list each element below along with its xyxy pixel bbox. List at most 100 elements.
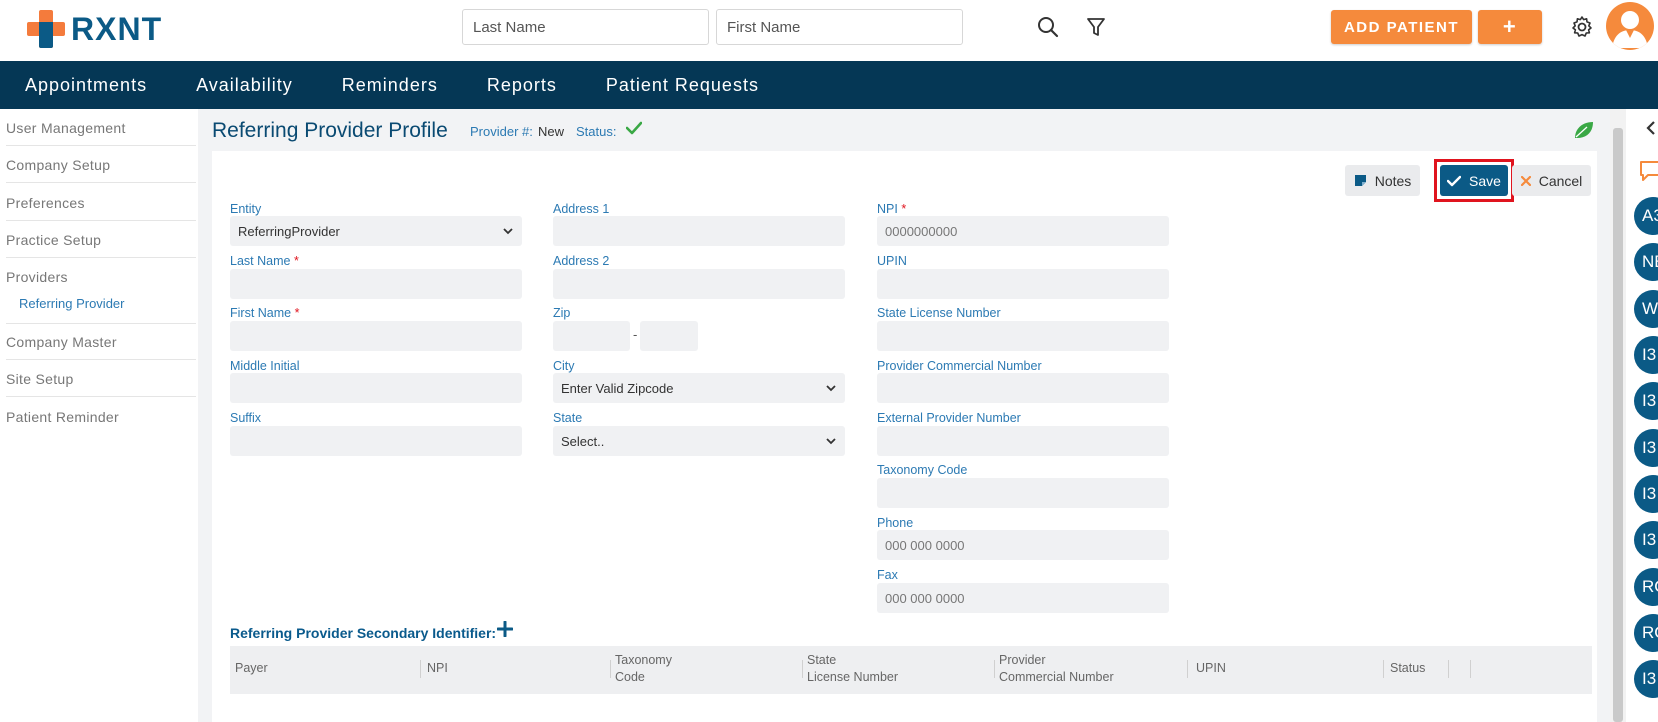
sidebar-divider	[6, 257, 196, 258]
nav-patient-requests[interactable]: Patient Requests	[606, 75, 759, 96]
filter-icon[interactable]	[1083, 14, 1109, 40]
cancel-label: Cancel	[1538, 172, 1583, 189]
first-name-field[interactable]	[230, 321, 522, 351]
user-bubble[interactable]: I3	[1634, 475, 1658, 513]
user-bubble[interactable]: I3	[1634, 429, 1658, 467]
entity-select[interactable]: ReferringProvider	[230, 216, 522, 246]
city-label: City	[553, 359, 575, 373]
add-plus-button[interactable]: +	[1478, 10, 1542, 44]
nav-reports[interactable]: Reports	[487, 75, 557, 96]
gear-icon[interactable]	[1568, 13, 1596, 41]
sidebar-item-providers[interactable]: Providers	[6, 269, 196, 285]
chat-icon[interactable]	[1638, 159, 1658, 188]
column-header-provider-commercial: Provider Commercial Number	[999, 653, 1114, 684]
fax-placeholder: 000 000 0000	[885, 590, 965, 606]
chevron-left-icon[interactable]	[1646, 121, 1656, 140]
note-icon	[1354, 175, 1366, 186]
zip-field[interactable]	[553, 321, 630, 351]
add-patient-button[interactable]: ADD PATIENT	[1331, 10, 1472, 44]
nav-reminders[interactable]: Reminders	[342, 75, 438, 96]
column-divider	[1448, 660, 1449, 678]
external-provider-label: External Provider Number	[877, 411, 1021, 425]
user-bubble[interactable]: I3	[1634, 336, 1658, 374]
fax-label: Fax	[877, 568, 898, 582]
provider-commercial-label: Provider Commercial Number	[877, 359, 1042, 373]
sidebar-item-practice-setup[interactable]: Practice Setup	[6, 232, 196, 248]
middle-initial-field[interactable]	[230, 373, 522, 403]
column-divider	[1187, 660, 1188, 678]
identifier-table-header: Payer NPI Taxonomy Code State License Nu…	[230, 646, 1592, 694]
user-avatar[interactable]	[1606, 2, 1654, 50]
save-button[interactable]: Save	[1440, 165, 1508, 196]
taxonomy-field[interactable]	[877, 478, 1169, 508]
main-scrollbar-thumb[interactable]	[1613, 128, 1623, 722]
user-bubble[interactable]: W	[1634, 290, 1658, 328]
zip-label: Zip	[553, 306, 571, 320]
user-bubble[interactable]: I3	[1634, 382, 1658, 420]
column-header-taxonomy-code: Taxonomy Code	[615, 653, 672, 684]
sidebar-item-company-setup[interactable]: Company Setup	[6, 157, 196, 173]
phone-field[interactable]: 000 000 0000	[877, 530, 1169, 560]
state-license-field[interactable]	[877, 321, 1169, 351]
state-select[interactable]: Select..	[553, 426, 845, 456]
save-label: Save	[1469, 172, 1501, 189]
column-header-payer: Payer	[235, 661, 268, 675]
user-bubble[interactable]: I3	[1634, 521, 1658, 559]
close-icon	[1520, 175, 1531, 186]
first-name-label: First Name *	[230, 306, 300, 320]
suffix-label: Suffix	[230, 411, 262, 425]
fax-field[interactable]: 000 000 0000	[877, 583, 1169, 613]
main-nav: Appointments Availability Reminders Repo…	[0, 61, 1658, 109]
sidebar-item-user-management[interactable]: User Management	[6, 120, 196, 136]
column-header-state-license: State License Number	[807, 653, 899, 684]
add-identifier-plus-icon[interactable]	[496, 620, 514, 642]
phone-label: Phone	[877, 516, 914, 530]
npi-field[interactable]: 0000000000	[877, 216, 1169, 246]
leaf-icon[interactable]	[1573, 120, 1595, 145]
address1-label: Address 1	[553, 202, 610, 216]
upin-field[interactable]	[877, 269, 1169, 299]
user-bubble[interactable]: RO	[1634, 614, 1658, 652]
provider-commercial-field[interactable]	[877, 373, 1169, 403]
status-check-icon	[625, 121, 643, 140]
address1-field[interactable]	[553, 216, 845, 246]
user-bubble[interactable]: I3	[1634, 660, 1658, 698]
sidebar-divider	[6, 359, 196, 360]
sidebar-item-site-setup[interactable]: Site Setup	[6, 371, 196, 387]
suffix-field[interactable]	[230, 426, 522, 456]
user-bubble[interactable]: RO	[1634, 568, 1658, 606]
zip-extension-field[interactable]	[640, 321, 698, 351]
external-provider-field[interactable]	[877, 426, 1169, 456]
nav-appointments[interactable]: Appointments	[25, 75, 147, 96]
notes-button[interactable]: Notes	[1345, 165, 1420, 196]
search-icon[interactable]	[1035, 14, 1061, 40]
sidebar-item-preferences[interactable]: Preferences	[6, 195, 196, 211]
cancel-button[interactable]: Cancel	[1512, 165, 1591, 196]
main-content: Referring Provider Profile Provider #: N…	[198, 109, 1610, 722]
user-bubble[interactable]: A3	[1634, 197, 1658, 235]
state-label: State	[553, 411, 583, 425]
status-label: Status:	[576, 124, 617, 139]
taxonomy-label: Taxonomy Code	[877, 463, 968, 477]
column-divider	[1470, 660, 1471, 678]
npi-label: NPI *	[877, 202, 907, 216]
chevron-down-icon	[826, 385, 836, 392]
nav-availability[interactable]: Availability	[196, 75, 293, 96]
last-name-field[interactable]	[230, 269, 522, 299]
top-header: RXNT ADD PATIENT +	[0, 0, 1658, 61]
rxnt-logo[interactable]: RXNT	[27, 9, 162, 49]
sidebar-subitem-referring-provider[interactable]: Referring Provider	[19, 296, 125, 311]
sidebar-divider	[6, 323, 196, 324]
sidebar-divider	[6, 220, 196, 221]
city-select[interactable]: Enter Valid Zipcode	[553, 373, 845, 403]
address2-field[interactable]	[553, 269, 845, 299]
last-name-search-input[interactable]	[462, 9, 709, 45]
npi-placeholder: 0000000000	[885, 223, 958, 239]
first-name-search-input[interactable]	[716, 9, 963, 45]
sidebar-divider	[6, 396, 196, 397]
user-bubble[interactable]: NE	[1634, 243, 1658, 281]
sidebar-item-company-master[interactable]: Company Master	[6, 334, 196, 350]
column-divider	[994, 660, 995, 678]
sidebar-item-patient-reminder[interactable]: Patient Reminder	[6, 409, 196, 425]
column-header-status: Status	[1390, 661, 1426, 675]
